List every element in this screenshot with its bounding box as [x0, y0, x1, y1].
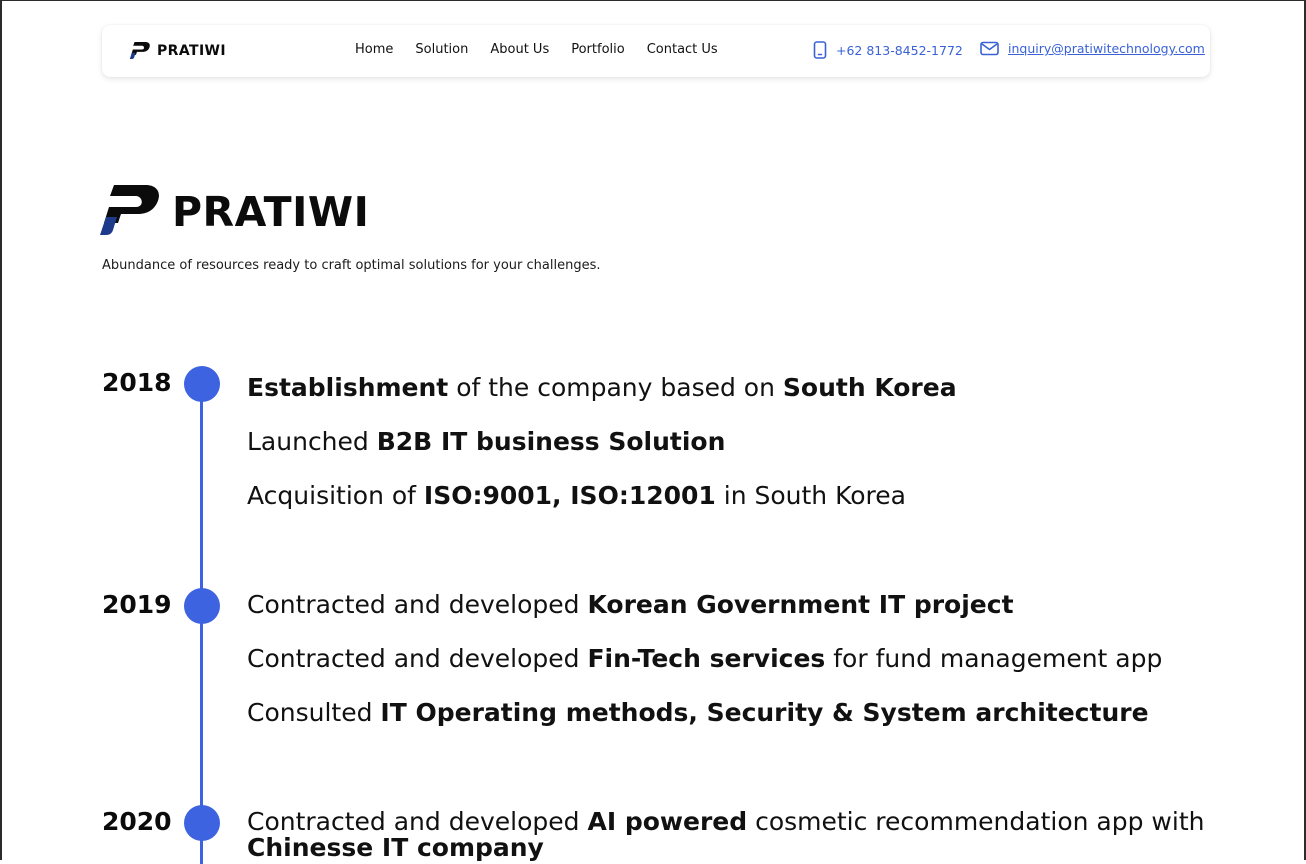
timeline-year: 2019 — [102, 590, 172, 619]
timeline-item-text: Launched — [247, 427, 377, 456]
timeline-item-text: Contracted and developed — [247, 590, 588, 619]
nav-logo[interactable]: PRATIWI — [128, 42, 226, 59]
timeline-line — [200, 384, 203, 864]
timeline-item-highlight: Chinesse IT company — [247, 833, 544, 862]
timeline-item: Establishment of the company based on So… — [247, 373, 957, 403]
timeline-item-text: Contracted and developed — [247, 807, 588, 836]
timeline-dot — [184, 805, 220, 841]
timeline-item: Contracted and developed Fin-Tech servic… — [247, 644, 1162, 674]
timeline-item-highlight: ISO:9001, ISO:12001 — [423, 481, 716, 510]
email-contact[interactable]: inquiry@pratiwitechnology.com — [980, 41, 1205, 56]
hero-logo: PRATIWI — [100, 185, 369, 235]
nav-contact-link[interactable]: Contact Us — [647, 42, 718, 57]
nav-solution-link[interactable]: Solution — [415, 42, 468, 57]
nav-links: Home Solution About Us Portfolio Contact… — [355, 42, 718, 57]
nav-logo-text: PRATIWI — [157, 42, 226, 59]
hero-logo-text: PRATIWI — [172, 188, 370, 236]
timeline-item-highlight: IT Operating methods, Security & System … — [380, 698, 1149, 727]
timeline-item-text: Consulted — [247, 698, 381, 727]
timeline-item-highlight: Establishment — [247, 373, 449, 402]
timeline-item-highlight: B2B IT business Solution — [376, 427, 726, 456]
timeline-item-text: for fund management app — [825, 644, 1163, 673]
timeline-item: Acquisition of ISO:9001, ISO:12001 in So… — [247, 481, 906, 511]
tagline: Abundance of resources ready to craft op… — [102, 258, 601, 273]
timeline-year: 2020 — [102, 807, 172, 836]
nav-about-link[interactable]: About Us — [490, 42, 549, 57]
timeline-item-text: Acquisition of — [247, 481, 424, 510]
timeline-item: Contracted and developed AI powered cosm… — [247, 809, 1247, 861]
timeline-item-text: in South Korea — [715, 481, 906, 510]
timeline-item-text: of the company based on — [448, 373, 783, 402]
top-navbar: PRATIWI Home Solution About Us Portfolio… — [102, 25, 1210, 77]
timeline-dot — [184, 588, 220, 624]
phone-number: +62 813-8452-1772 — [836, 42, 963, 58]
timeline-item-highlight: AI powered — [587, 807, 748, 836]
timeline-item: Contracted and developed Korean Governme… — [247, 590, 1014, 620]
timeline-item: Launched B2B IT business Solution — [247, 427, 725, 457]
timeline-item-text: Contracted and developed — [247, 644, 588, 673]
timeline-year: 2018 — [102, 368, 172, 397]
pratiwi-logo-icon — [129, 42, 150, 59]
email-link[interactable]: inquiry@pratiwitechnology.com — [1008, 41, 1205, 56]
phone-icon — [813, 41, 827, 59]
timeline-item-highlight: Fin-Tech services — [587, 644, 826, 673]
mail-icon — [980, 41, 999, 56]
timeline-item-highlight: South Korea — [782, 373, 957, 402]
timeline-item-text: cosmetic recommendation app with — [747, 807, 1205, 836]
nav-home-link[interactable]: Home — [355, 42, 393, 57]
nav-portfolio-link[interactable]: Portfolio — [571, 42, 624, 57]
timeline-item: Consulted IT Operating methods, Security… — [247, 698, 1149, 728]
phone-contact[interactable]: +62 813-8452-1772 — [813, 41, 963, 59]
timeline-dot — [184, 366, 220, 402]
pratiwi-logo-icon — [100, 185, 159, 235]
timeline-item-highlight: Korean Government IT project — [587, 590, 1014, 619]
